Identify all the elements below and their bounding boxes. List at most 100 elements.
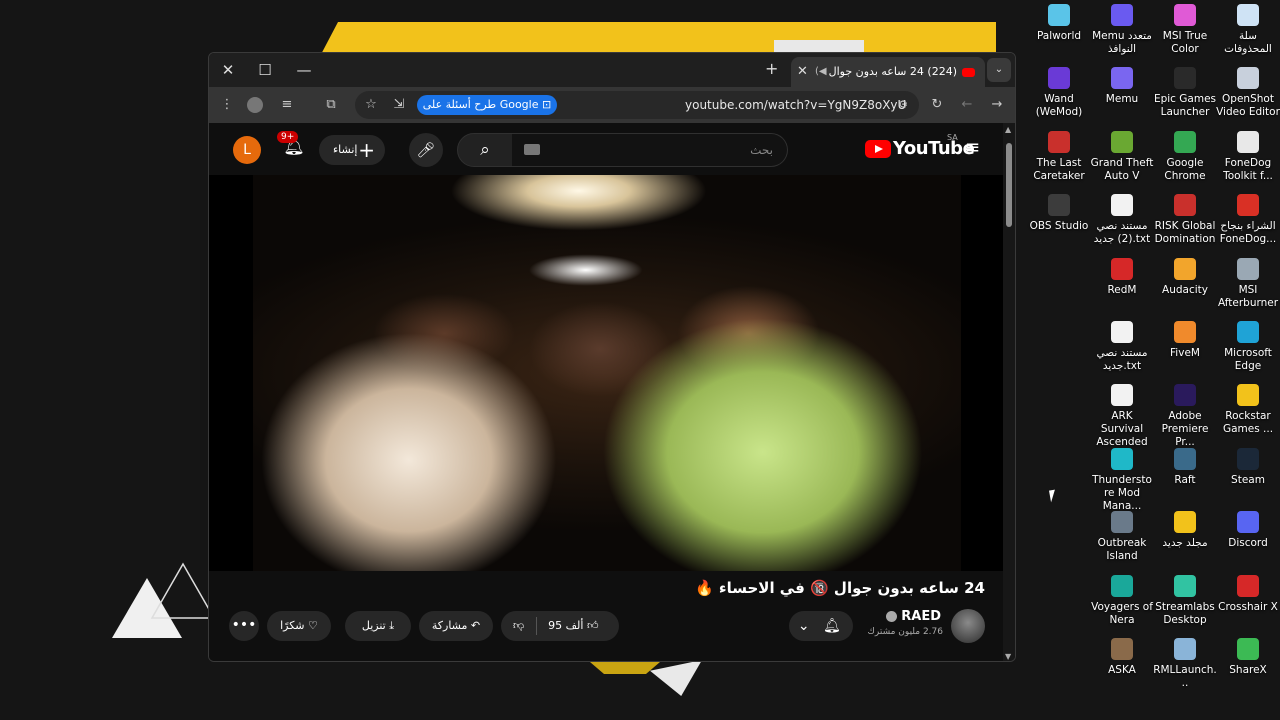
desktop-icon[interactable]: FoneDog Toolkit f... — [1216, 130, 1280, 183]
menu-dots-icon[interactable]: ⋮ — [217, 95, 237, 115]
desktop-icon[interactable]: Outbreak Island — [1090, 511, 1154, 563]
extensions-icon[interactable]: ⧉ — [321, 95, 341, 115]
desktop-icon[interactable]: Raft — [1153, 447, 1217, 487]
scroll-thumb[interactable] — [1006, 143, 1012, 227]
like-dislike-group: 👎︎ 95 ألف 👍︎ — [501, 611, 619, 641]
youtube-logo[interactable]: YouTube SA — [865, 133, 975, 161]
hamburger-menu-icon[interactable]: ≡ — [965, 139, 983, 157]
desktop-icon-label: RISK Global Domination — [1154, 220, 1216, 246]
desktop-icon[interactable]: Wand (WeMod) — [1027, 67, 1091, 119]
desktop-icon[interactable]: Epic Games Launcher — [1153, 67, 1217, 119]
desktop-icon[interactable]: OBS Studio — [1027, 194, 1091, 233]
desktop-icon[interactable]: ShareX — [1216, 638, 1280, 677]
search-icon[interactable]: ⌕ — [457, 133, 513, 167]
desktop-icon[interactable]: Voyagers of Nera — [1090, 574, 1154, 627]
desktop-icon[interactable]: مستند نصي جديد.txt — [1090, 321, 1154, 373]
last-caretaker-icon — [1048, 130, 1070, 153]
desktop-icon[interactable]: RISK Global Domination — [1153, 194, 1217, 246]
desktop-icon[interactable]: Steam — [1216, 447, 1280, 487]
tab-youtube[interactable]: (224) 24 ساعه بدون جوال ✕ ◀) — [791, 57, 985, 87]
desktop-icon[interactable]: RMLLaunch... — [1153, 638, 1217, 690]
desktop-icon-label: Voyagers of Nera — [1091, 600, 1153, 626]
channel-avatar[interactable] — [951, 609, 985, 643]
close-window-icon[interactable]: ✕ — [217, 60, 239, 80]
desktop-icon[interactable]: Memu متعدد النوافذ — [1090, 4, 1154, 56]
voice-search-icon[interactable]: 🎤︎ — [409, 133, 443, 167]
desktop-icon[interactable]: Rockstar Games ... — [1216, 384, 1280, 436]
desktop-icon[interactable]: The Last Caretaker — [1027, 130, 1091, 183]
desktop-icon[interactable]: FiveM — [1153, 321, 1217, 360]
desktop-icon-label: Rockstar Games ... — [1222, 410, 1274, 436]
like-count[interactable]: 95 ألف — [548, 619, 583, 632]
thanks-button[interactable]: شكرًا ♡ — [267, 611, 331, 641]
video-frame[interactable] — [253, 175, 961, 571]
desktop-icon[interactable]: MSI True Color — [1153, 4, 1217, 56]
search-input[interactable]: بحث — [512, 133, 788, 167]
desktop-icon[interactable]: MSI Afterburner — [1216, 257, 1280, 310]
address-bar[interactable]: ☆ ⇲ طرح أسئلة على Google ⊡ youtube.com/w… — [355, 91, 919, 119]
desktop-icon[interactable]: ARK Survival Ascended — [1090, 384, 1154, 449]
close-tab-icon[interactable]: ✕ — [797, 57, 808, 87]
more-actions-icon[interactable]: ••• — [229, 611, 259, 641]
page-scrollbar[interactable]: ▲ ▼ — [1003, 123, 1015, 661]
desktop-icon[interactable]: ASKA — [1090, 638, 1154, 677]
risk-icon — [1174, 194, 1196, 217]
download-button[interactable]: تنزيل ⤓ — [345, 611, 411, 641]
desktop-icon[interactable]: Thunderstore Mod Mana... — [1090, 447, 1154, 513]
ask-google-button[interactable]: طرح أسئلة على Google ⊡ — [417, 95, 557, 115]
desktop-icon[interactable]: Memu — [1090, 67, 1154, 106]
channel-name[interactable]: RAED — [886, 609, 941, 624]
youtube-page: L 🔔︎ 9+ إنشاء + 🎤︎ ⌕ بحث YouTube SA ≡ 24 … — [209, 123, 1005, 661]
desktop-icon[interactable]: مستند نصي (2) جديد.txt — [1090, 194, 1154, 246]
dislike-icon[interactable]: 👎︎ — [513, 619, 524, 632]
desktop-icon-label: الشراء بنجاح FoneDog... — [1219, 220, 1277, 246]
forward-icon[interactable]: → — [987, 95, 1007, 115]
desktop-icon[interactable]: Microsoft Edge — [1216, 321, 1280, 373]
reading-list-icon[interactable]: ≡ — [277, 95, 297, 115]
desktop-icon-label: MSI Afterburner — [1217, 283, 1279, 309]
maximize-icon[interactable]: ☐ — [254, 60, 276, 80]
desktop-icon[interactable]: Discord — [1216, 511, 1280, 550]
account-avatar[interactable]: L — [233, 136, 261, 164]
like-icon[interactable]: 👍︎ — [587, 619, 599, 632]
desktop-icon[interactable]: سلة المحذوفات — [1216, 4, 1280, 56]
desktop-icon[interactable]: Grand Theft Auto V — [1090, 130, 1154, 183]
video-player[interactable] — [209, 175, 1005, 571]
install-app-icon[interactable]: ⇲ — [389, 95, 409, 115]
desktop-icon[interactable]: Google Chrome — [1153, 130, 1217, 183]
desktop-icon-label: OBS Studio — [1029, 220, 1089, 233]
scroll-down-icon[interactable]: ▼ — [1005, 652, 1011, 661]
scroll-up-icon[interactable]: ▲ — [1005, 125, 1011, 134]
create-button[interactable]: إنشاء + — [319, 135, 385, 165]
toolbar: ⋮ ≡ ⧉ ☆ ⇲ طرح أسئلة على Google ⊡ youtube… — [209, 87, 1015, 123]
audio-icon[interactable]: ◀) — [815, 57, 827, 87]
minimize-icon[interactable]: — — [293, 60, 315, 80]
desktop-icon-label: FiveM — [1170, 347, 1200, 359]
profile-icon[interactable] — [247, 97, 263, 113]
msi-true-color-icon — [1174, 4, 1196, 26]
reload-icon[interactable]: ↻ — [927, 95, 947, 115]
afterburner-icon — [1237, 257, 1259, 280]
desktop-icon[interactable]: الشراء بنجاح FoneDog... — [1216, 194, 1280, 246]
keyboard-icon[interactable] — [524, 144, 540, 155]
new-tab-icon[interactable]: + — [765, 59, 778, 78]
youtube-logo-text: YouTube — [893, 138, 975, 159]
desktop-icon[interactable]: Crosshair X — [1216, 574, 1280, 614]
desktop-icon[interactable]: Audacity — [1153, 257, 1217, 297]
subscribe-notification-dropdown[interactable]: ⌄ 🔔︎ — [789, 611, 853, 641]
tab-search-icon[interactable]: ⌄ — [987, 58, 1011, 82]
desktop-icon[interactable]: Streamlabs Desktop — [1153, 574, 1217, 627]
desktop-icon[interactable]: RedM — [1090, 257, 1154, 297]
bookmark-star-icon[interactable]: ☆ — [361, 95, 381, 115]
desktop-icon[interactable]: Adobe Premiere Pr... — [1153, 384, 1217, 449]
discord-icon — [1237, 511, 1259, 534]
url-text[interactable]: youtube.com/watch?v=YgN9Z8oXyU — [685, 91, 906, 119]
desktop-icon[interactable]: OpenShot Video Editor — [1216, 67, 1280, 119]
site-settings-icon[interactable]: ⚙ — [893, 95, 913, 115]
voyagers-icon — [1111, 574, 1133, 597]
desktop-icon[interactable]: مجلد جديد — [1153, 511, 1217, 550]
desktop-icon[interactable]: Palworld — [1027, 4, 1091, 43]
share-button[interactable]: مشاركة ↶ — [419, 611, 493, 641]
youtube-play-icon — [865, 140, 891, 158]
back-icon[interactable]: ← — [957, 95, 977, 115]
